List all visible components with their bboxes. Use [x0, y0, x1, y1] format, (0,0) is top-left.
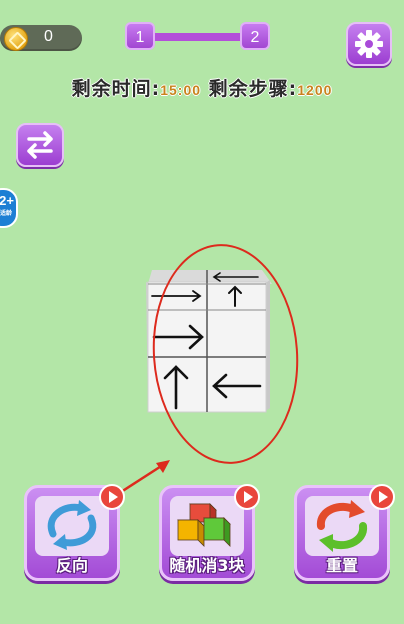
reset-arrows-icon [317, 500, 367, 552]
steps-value: 1200 [297, 82, 333, 98]
video-play-icon [234, 484, 260, 510]
level-current: 1 [125, 22, 155, 50]
random-clear-button[interactable]: 随机消3块 [159, 484, 260, 581]
random-clear-button-face [170, 496, 244, 556]
colored-blocks-icon [177, 503, 231, 547]
reset-button-face [305, 496, 379, 556]
video-play-icon [99, 484, 125, 510]
reset-button-label: 重置 [325, 556, 358, 575]
settings-button[interactable] [346, 22, 392, 66]
age-rating-value: 12+ [0, 193, 14, 208]
reset-button[interactable]: 重置 [294, 484, 395, 581]
reverse-button-label: 反向 [55, 556, 88, 575]
age-rating-badge: 12+ 适龄 [0, 188, 18, 228]
time-label: 剩余时间: [71, 78, 161, 100]
steps-label: 剩余步骤: [208, 78, 298, 100]
coin-icon [4, 27, 28, 51]
reverse-arrows-icon [47, 500, 97, 550]
level-next: 2 [240, 22, 270, 50]
coin-counter: 0 [0, 25, 82, 51]
reverse-button[interactable]: 反向 [24, 484, 125, 581]
gear-icon [355, 30, 383, 58]
level-progress-track [145, 33, 245, 41]
video-play-icon [369, 484, 395, 510]
age-rating-sub: 适龄 [0, 211, 12, 217]
swap-view-button[interactable] [16, 123, 64, 167]
random-clear-button-label: 随机消3块 [169, 556, 245, 575]
coin-value: 0 [44, 28, 53, 45]
reverse-button-face [35, 496, 109, 556]
status-line: 剩余时间:15:00 剩余步骤:1200 [0, 74, 404, 101]
arrow-cube[interactable] [140, 262, 272, 417]
time-value: 15:00 [160, 82, 202, 98]
swap-arrows-icon [27, 131, 53, 159]
